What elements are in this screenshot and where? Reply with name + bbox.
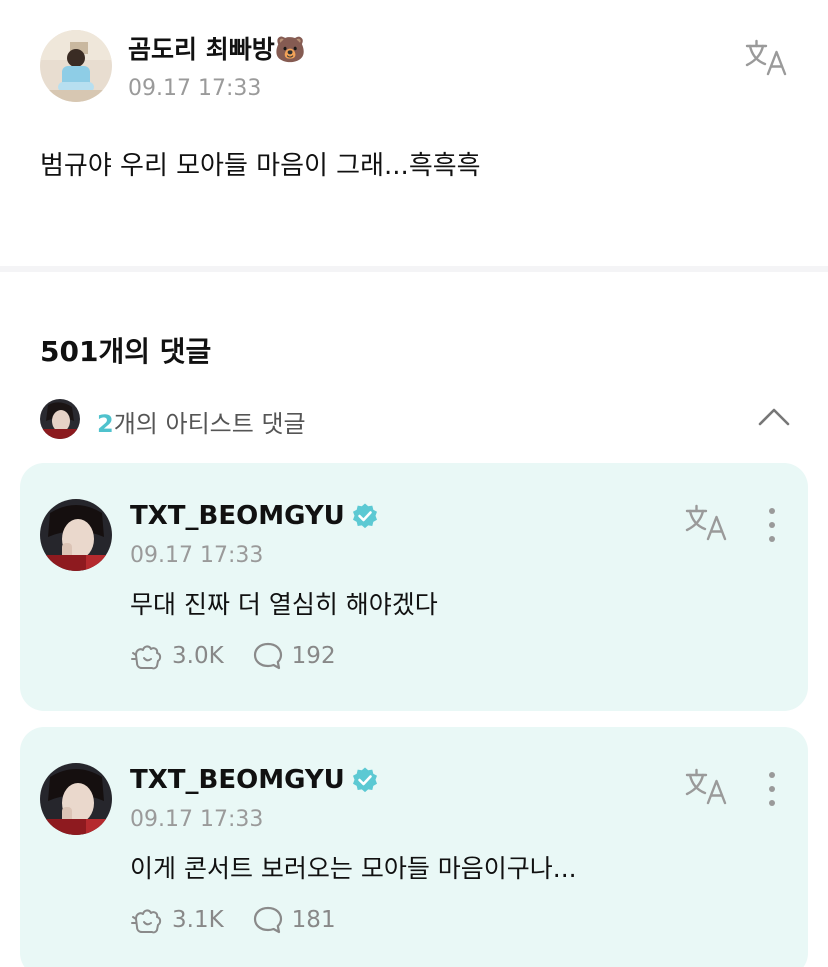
post-body-text: 범규야 우리 모아들 마음이 그래...흑흑흑 <box>40 151 481 181</box>
comment-author-avatar[interactable] <box>40 763 112 835</box>
post-author-name[interactable]: 곰도리 최빠방🐻 <box>128 30 306 66</box>
section-divider <box>0 266 828 272</box>
reply-count: 192 <box>291 643 336 669</box>
post-timestamp: 09.17 17:33 <box>128 76 262 101</box>
chevron-up-icon[interactable] <box>756 404 792 430</box>
comment-author-name[interactable]: TXT_BEOMGYU <box>130 501 379 531</box>
comment-author-name-text: TXT_BEOMGYU <box>130 501 345 531</box>
post-author-avatar[interactable] <box>40 30 112 102</box>
post-author-name-text: 곰도리 최빠방🐻 <box>128 35 306 64</box>
artist-comment-card: TXT_BEOMGYU 09.17 17:33 무대 진짜 더 열심히 해야겠다… <box>20 463 808 711</box>
like-button[interactable]: 3.0K <box>130 641 224 671</box>
artist-avatar-small <box>40 399 80 439</box>
like-button[interactable]: 3.1K <box>130 905 224 935</box>
like-count: 3.0K <box>172 643 224 669</box>
more-vertical-icon[interactable] <box>762 769 782 809</box>
verified-badge-icon <box>351 502 379 530</box>
artist-comment-card: TXT_BEOMGYU 09.17 17:33 이게 콘서트 보러오는 모아들 … <box>20 727 808 967</box>
comments-count-title: 501개의 댓글 <box>40 335 212 368</box>
speech-bubble-icon <box>253 642 282 670</box>
artist-comments-label: 개의 아티스트 댓글 <box>113 410 306 438</box>
artist-comments-count: 2 <box>97 410 114 438</box>
comment-text: 이게 콘서트 보러오는 모아들 마음이구나... <box>130 854 577 883</box>
comment-author-name[interactable]: TXT_BEOMGYU <box>130 765 379 795</box>
translate-icon[interactable] <box>684 767 730 807</box>
reply-button[interactable]: 181 <box>252 905 336 935</box>
like-paw-icon <box>131 645 162 670</box>
translate-icon[interactable] <box>684 503 730 543</box>
more-vertical-icon[interactable] <box>762 505 782 545</box>
comment-author-avatar[interactable] <box>40 499 112 571</box>
verified-badge-icon <box>351 766 379 794</box>
artist-comments-toggle-label[interactable]: 2개의 아티스트 댓글 <box>97 404 306 439</box>
speech-bubble-icon <box>253 906 282 934</box>
comment-timestamp: 09.17 17:33 <box>130 543 264 568</box>
comment-author-name-text: TXT_BEOMGYU <box>130 765 345 795</box>
like-count: 3.1K <box>172 907 224 933</box>
comment-stats: 3.1K 181 <box>130 905 364 935</box>
reply-button[interactable]: 192 <box>252 641 336 671</box>
comment-stats: 3.0K 192 <box>130 641 364 671</box>
comment-timestamp: 09.17 17:33 <box>130 807 264 832</box>
translate-icon[interactable] <box>744 38 790 78</box>
comment-text: 무대 진짜 더 열심히 해야겠다 <box>130 590 438 619</box>
reply-count: 181 <box>291 907 336 933</box>
like-paw-icon <box>131 909 162 934</box>
